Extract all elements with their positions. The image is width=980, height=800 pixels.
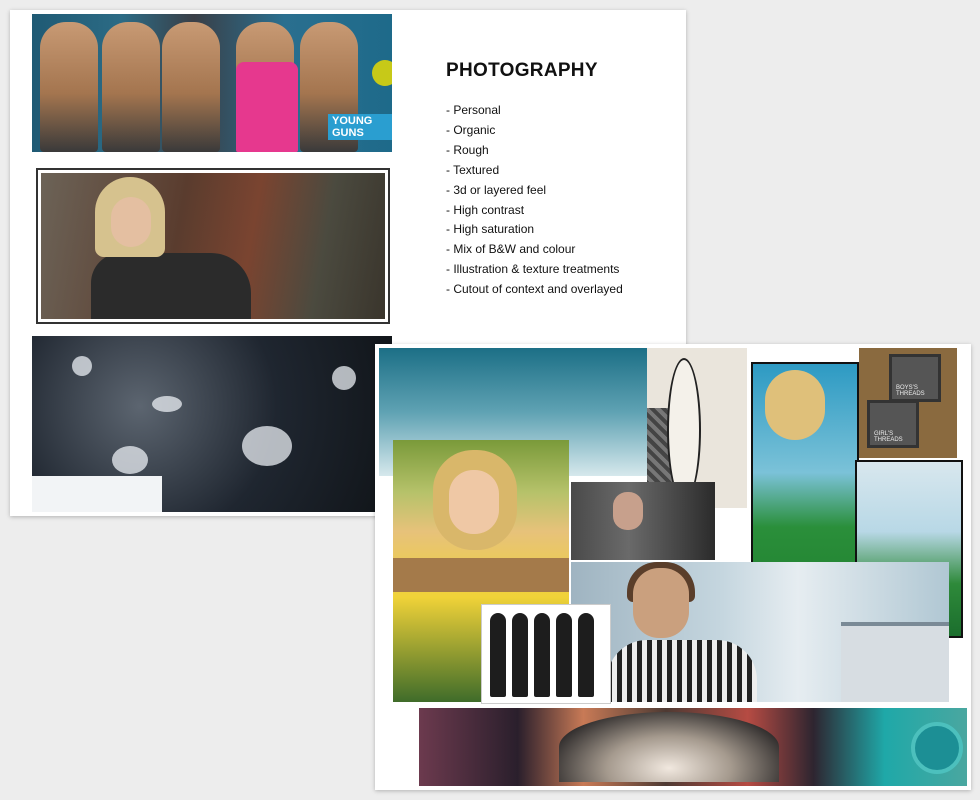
- list-item: - Personal: [446, 103, 501, 117]
- snow-patch: [332, 366, 356, 390]
- girl-face: [111, 197, 151, 247]
- list-item: - 3d or layered feel: [446, 182, 547, 197]
- young-guns-label: YOUNG GUNS: [328, 114, 392, 140]
- snow-patch: [242, 426, 292, 466]
- guy-face: [633, 568, 689, 638]
- illustrated-wave-banner: [419, 708, 967, 786]
- blonde-girl-photo: [38, 170, 388, 322]
- surfer-figure: [40, 22, 98, 152]
- band-member: [490, 613, 506, 697]
- band-group-photo: [481, 604, 611, 704]
- list-item: - Cutout of context and overlayed: [446, 282, 623, 297]
- polaroid-label: BOYS'S THREADS: [896, 385, 925, 397]
- surfboard-shape: [667, 358, 701, 502]
- star-badge-icon: [372, 60, 392, 86]
- list-item: - Organic: [446, 122, 496, 137]
- snow-patch: [72, 356, 92, 376]
- wooden-fence: [393, 558, 569, 592]
- snow-ground: [32, 476, 162, 512]
- corkboard-polaroids: BOYS'S THREADS GIRL'S THREADS: [859, 348, 957, 458]
- page-title: PHOTOGRAPHY: [446, 60, 598, 81]
- pink-shirt: [236, 62, 298, 152]
- band-member: [578, 613, 594, 697]
- girl-face: [449, 470, 499, 534]
- girl-shirt: [91, 253, 251, 319]
- list-item: - Mix of B&W and colour: [446, 242, 576, 257]
- bw-girl-photo: [571, 482, 715, 560]
- list-item: - Illustration & texture treatments: [446, 262, 620, 277]
- slide-page-2: BOYS'S THREADS GIRL'S THREADS: [375, 344, 971, 790]
- snow-patch: [152, 396, 182, 412]
- eye-illustration-icon: [911, 722, 963, 774]
- plaid-shirt: [607, 640, 757, 702]
- polaroid-label: GIRL'S THREADS: [874, 431, 903, 443]
- polaroid-boys: BOYS'S THREADS: [889, 354, 941, 402]
- band-member: [534, 613, 550, 697]
- girl-hair: [765, 370, 825, 440]
- surfer-figure: [102, 22, 160, 152]
- surfers-group-photo: YOUNG GUNS: [32, 14, 392, 152]
- polaroid-girls: GIRL'S THREADS: [867, 400, 919, 448]
- snowboarder-photo: [32, 336, 392, 512]
- house-background: [841, 622, 949, 702]
- list-item: - Textured: [446, 162, 500, 177]
- band-member: [512, 613, 528, 697]
- guy-plaid-shirt-photo: [571, 562, 949, 702]
- surfer-figure: [162, 22, 220, 152]
- wave-shape: [559, 712, 779, 782]
- snow-patch: [112, 446, 148, 474]
- list-item: - High contrast: [446, 202, 525, 217]
- girl-face: [613, 492, 643, 530]
- list-item: - High saturation: [446, 222, 535, 237]
- list-item: - Rough: [446, 142, 489, 157]
- photography-traits-list: - Personal - Organic - Rough - Textured …: [446, 101, 623, 300]
- band-member: [556, 613, 572, 697]
